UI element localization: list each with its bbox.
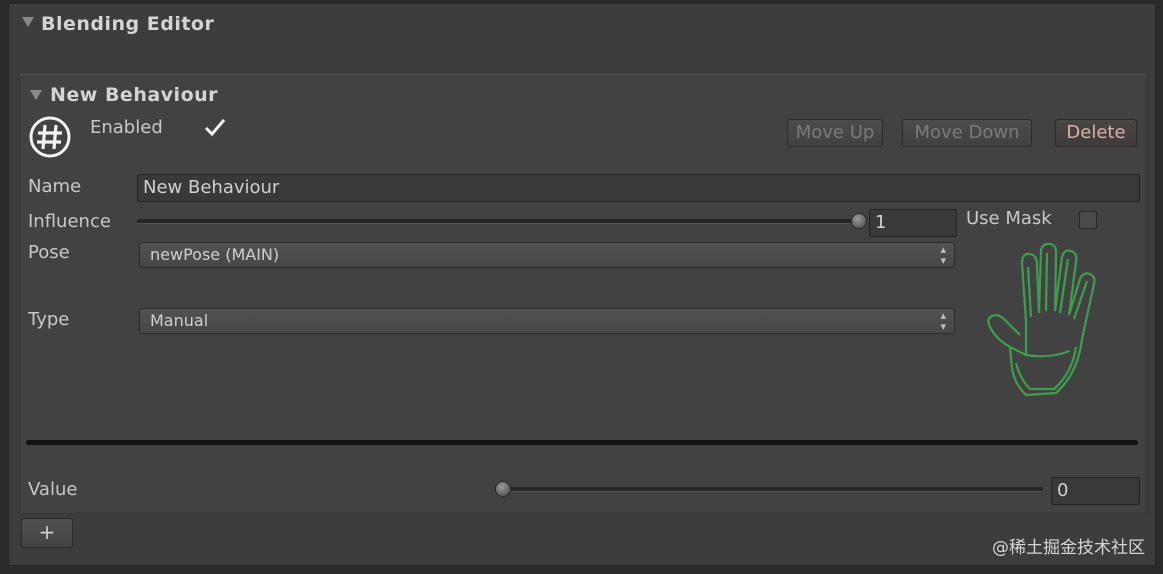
enabled-checkbox[interactable] — [203, 117, 227, 139]
value-field[interactable]: 0 — [1051, 477, 1140, 505]
fold-arrow-icon[interactable] — [30, 90, 42, 100]
behaviour-title[interactable]: New Behaviour — [50, 84, 218, 106]
influence-label: Influence — [28, 211, 111, 232]
blending-editor-title[interactable]: Blending Editor — [41, 13, 214, 35]
value-label: Value — [28, 479, 78, 500]
type-dropdown[interactable]: Manual ▴ ▾ — [139, 308, 955, 334]
add-behaviour-button[interactable]: + — [21, 518, 73, 548]
move-up-button[interactable]: Move Up — [787, 119, 883, 147]
fold-arrow-icon[interactable] — [22, 17, 34, 27]
move-down-button[interactable]: Move Down — [902, 119, 1032, 147]
dropdown-arrows-icon: ▴ ▾ — [940, 309, 946, 333]
blending-editor-panel: Blending Editor New Behaviour Enabled Mo… — [8, 3, 1156, 566]
pose-dropdown-value: newPose (MAIN) — [150, 245, 280, 264]
name-field[interactable]: New Behaviour — [137, 174, 1140, 202]
checkmark-icon — [204, 119, 226, 137]
divider — [26, 440, 1138, 445]
influence-slider-track[interactable] — [137, 219, 859, 224]
influence-field[interactable]: 1 — [869, 209, 957, 237]
value-slider-thumb[interactable] — [495, 481, 511, 497]
value-slider-track[interactable] — [503, 487, 1043, 492]
name-label: Name — [28, 176, 82, 197]
dropdown-arrows-icon: ▴ ▾ — [940, 243, 946, 267]
enabled-label: Enabled — [90, 117, 163, 138]
pose-dropdown[interactable]: newPose (MAIN) ▴ ▾ — [139, 242, 955, 268]
influence-slider-thumb[interactable] — [851, 213, 867, 229]
use-mask-checkbox[interactable] — [1079, 211, 1097, 229]
watermark: @稀土掘金技术社区 — [992, 538, 1145, 558]
hand-icon — [987, 243, 1096, 397]
pose-label: Pose — [28, 242, 70, 263]
hash-icon — [29, 116, 71, 158]
use-mask-label: Use Mask — [966, 208, 1052, 229]
behaviour-panel: New Behaviour Enabled Move Up Move Down … — [19, 74, 1147, 514]
type-label: Type — [28, 309, 70, 330]
type-dropdown-value: Manual — [150, 311, 209, 330]
delete-button[interactable]: Delete — [1055, 119, 1137, 147]
